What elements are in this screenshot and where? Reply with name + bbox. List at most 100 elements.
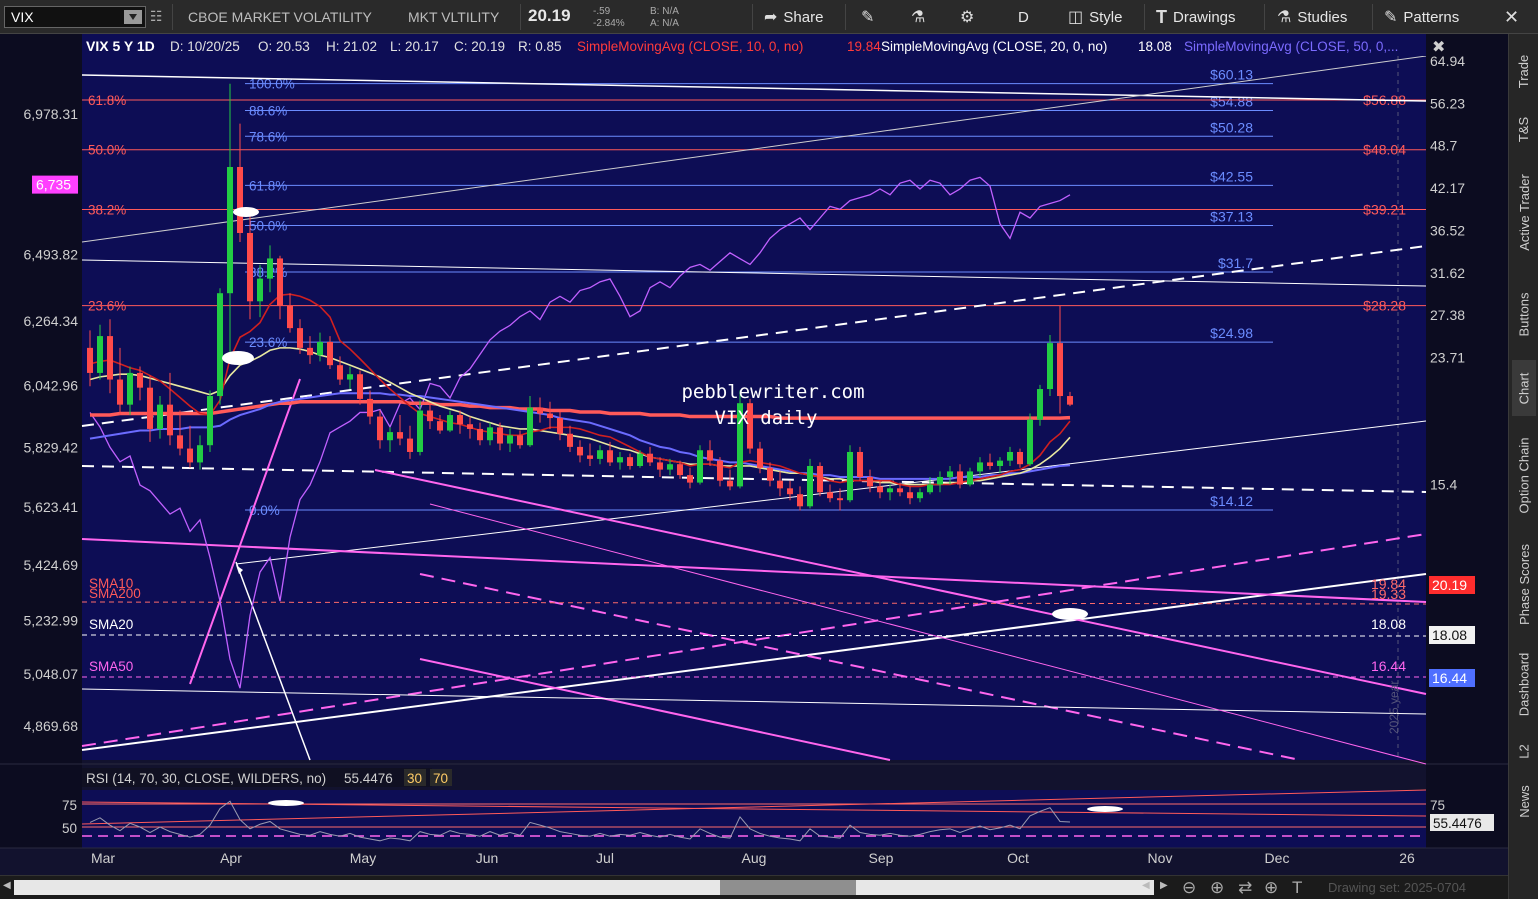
candle-body [437,421,443,431]
chart-area[interactable]: 100.0%88.6%78.6%61.8%50.0%38.2%23.6%0.0%… [0,34,1508,875]
crosshair-icon[interactable]: ⊕ [1264,878,1278,898]
sidebar-tab-label: Chart [1516,372,1532,404]
sidebar-tab-active-trader[interactable]: Active Trader [1512,156,1536,268]
sidebar-tab-l2[interactable]: L2 [1512,734,1536,768]
studies-button[interactable]: ⚗ Studies [1277,5,1347,29]
drawings-button[interactable]: T Drawings [1156,5,1236,29]
annotation-oval [222,351,254,365]
drawing-set-label[interactable]: Drawing set: 2025-0704 [1328,880,1466,895]
candle-body [567,433,573,447]
left-axis-tick: 5,048.07 [24,666,79,682]
candle-body [867,476,873,487]
x-axis-month-label: Jun [476,850,499,866]
text-icon[interactable]: T [1292,878,1302,898]
left-axis-tick: 4,869.68 [24,718,79,734]
toolbar-separator [752,4,753,30]
scroll-thumb[interactable] [720,880,856,895]
sidebar-tab-label: Dashboard [1516,652,1532,716]
percent-change: -2.84% [593,18,625,29]
rsi-legend[interactable]: RSI (14, 70, 30, CLOSE, WILDERS, no) [86,771,326,786]
rsi-right-tick-75: 75 [1430,798,1445,813]
close-icon: ✕ [1504,6,1520,27]
flask-button[interactable]: ⚗ [911,5,925,29]
candle-body [287,305,293,329]
watermark-caption: VIX daily [715,407,818,429]
candle-body [777,480,783,489]
crosshair-tool-icon[interactable]: ✖ [1432,39,1445,56]
sidebar-tab-buttons[interactable]: Buttons [1512,274,1536,354]
x-axis-month-label: Sep [869,850,894,866]
candle-body [687,475,693,483]
candle-body [667,464,673,470]
candle-body [797,494,803,507]
sidebar-tab-chart[interactable]: Chart [1512,360,1536,416]
candle-body [547,413,553,419]
candle-body [447,415,453,431]
symbol-selector[interactable]: VIX [4,6,146,28]
candle-body [887,488,893,493]
left-axis-tick: 6,264.34 [24,313,79,329]
candle-body [997,460,1003,466]
sidebar-tab-label: News [1516,784,1532,818]
left-axis-tick: 5,623.41 [24,499,79,515]
period-button[interactable]: D [1018,5,1029,29]
candle-body [597,450,603,459]
fib-price-label: $50.28 [1210,119,1253,135]
scroll-left-arrow[interactable]: ◀ [3,880,11,891]
sidebar-tab-news[interactable]: News [1512,774,1536,828]
symbol-dropdown-icon[interactable] [124,10,142,24]
candle-body [247,232,253,302]
candle-body [877,486,883,493]
link-icon[interactable]: ☷ [150,8,166,26]
sma20-legend[interactable]: SimpleMovingAvg (CLOSE, 20, 0, no) [881,39,1107,54]
fib-red-pct: 23.6% [88,299,126,314]
candle-body [717,460,723,481]
sma-right-label: 18.08 [1371,616,1406,632]
chart-canvas[interactable]: 100.0%88.6%78.6%61.8%50.0%38.2%23.6%0.0%… [0,34,1508,875]
style-button[interactable]: ◫ Style [1068,5,1122,29]
candle-body [1007,451,1013,461]
sma10-legend[interactable]: SimpleMovingAvg (CLOSE, 10, 0, no) [577,39,803,54]
fit-icon[interactable]: ⇄ [1238,878,1252,898]
patterns-button[interactable]: ✎ Patterns [1384,5,1459,29]
scroll-right-arrow[interactable]: ▶ [1160,880,1168,891]
candle-body [977,462,983,472]
zoom-in-icon[interactable]: ⊕ [1210,878,1224,898]
sidebar-tab-t-s[interactable]: T&S [1512,108,1536,150]
share-button[interactable]: ➦ Share [764,5,823,29]
candle-body [617,457,623,463]
horizontal-scrollbar[interactable]: ◀ ◀ ▶ ⊖ ⊕ ⇄ ⊕ T Drawing set: 2025-0704 [0,875,1508,899]
candle-body [807,465,813,507]
sidebar-tab-phase-scores[interactable]: Phase Scores [1512,534,1536,634]
sidebar-tab-dashboard[interactable]: Dashboard [1512,640,1536,728]
chart-toolbar: VIX ☷ CBOE MARKET VOLATILITY MKT VLTILIT… [0,0,1538,34]
sidebar-tab-label: Option Chain [1516,437,1532,513]
fib-price-label: $24.98 [1210,325,1253,341]
zoom-out-icon[interactable]: ⊖ [1182,878,1196,898]
x-axis-month-label: Jul [596,850,614,866]
sidebar-tab-trade[interactable]: Trade [1512,40,1536,102]
settings-button[interactable]: ⚙ [960,5,974,29]
fib-price-label: $42.55 [1210,168,1253,184]
close-button[interactable]: ✕ [1504,5,1519,29]
rsi-right-value: 55.4476 [1433,816,1482,831]
candle-body [767,467,773,481]
sma50-legend[interactable]: SimpleMovingAvg (CLOSE, 50, 0,... [1184,39,1398,54]
fib-red-price: $48.04 [1363,142,1406,158]
candle-body [627,457,633,466]
sma-right-label: 16.44 [1371,658,1406,674]
sidebar-tab-option-chain[interactable]: Option Chain [1512,422,1536,528]
candle-body [177,435,183,449]
left-axis-tick: 5,829.42 [24,439,79,455]
right-axis-tick: 56.23 [1430,95,1465,111]
toolbar-separator [172,4,173,30]
scroll-track[interactable] [14,880,1154,895]
notes-button[interactable]: ✎ [861,5,874,29]
candle-body [1027,419,1033,465]
fib-pct-label: 50.0% [249,219,287,234]
right-axis-tick: 15.4 [1430,477,1457,493]
scroll-left-step[interactable]: ◀ [1142,880,1150,891]
left-axis-tick: 5,232.99 [24,613,79,629]
sidebar-tab-label: Buttons [1516,291,1532,337]
x-axis-month-label: Nov [1148,850,1173,866]
